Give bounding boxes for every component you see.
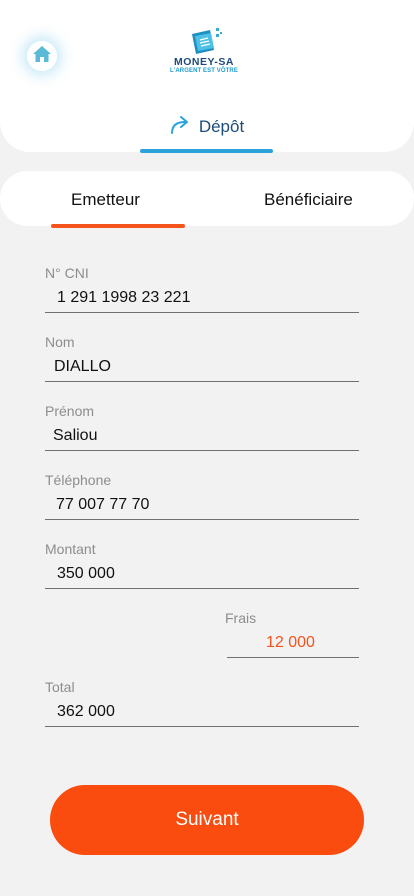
tab-depot-indicator (140, 149, 273, 153)
cni-input[interactable]: 1 291 1998 23 221 (57, 288, 190, 308)
tab-depot[interactable]: Dépôt (140, 114, 273, 154)
home-icon (32, 45, 52, 68)
frais-underline (227, 657, 359, 658)
prenom-label: Prénom (45, 403, 95, 419)
cni-field-label: N° CNI (45, 265, 89, 283)
app-logo: MONEY-SA L'ARGENT EST VÔTRE (162, 26, 246, 86)
logo-tagline: L'ARGENT EST VÔTRE (170, 68, 238, 74)
prenom-field-label: Prénom (45, 403, 94, 421)
total-label: Total (45, 679, 75, 695)
party-tabs: Emetteur Bénéficiaire (0, 171, 414, 226)
tab-beneficiaire[interactable]: Bénéficiaire (264, 190, 353, 210)
logo-name: MONEY-SA (173, 56, 234, 68)
total-underline (45, 726, 359, 727)
montant-label: Montant (45, 541, 96, 557)
montant-underline (45, 588, 359, 589)
frais-field-label: Frais (225, 610, 256, 628)
total-field-label: Total (45, 679, 75, 697)
cni-underline (45, 312, 359, 313)
prenom-underline (45, 450, 359, 451)
prenom-input[interactable]: Saliou (53, 426, 97, 446)
tab-emetteur-indicator (51, 224, 185, 228)
money-logo-icon (162, 26, 246, 56)
cni-label: N° CNI (45, 265, 89, 281)
montant-field-label: Montant (45, 541, 96, 559)
nom-field-label: Nom (45, 334, 75, 352)
tab-depot-label: Dépôt (198, 117, 245, 136)
redo-arrow-icon (169, 114, 191, 141)
next-button[interactable]: Suivant (50, 785, 364, 855)
nom-input[interactable]: DIALLO (54, 357, 111, 377)
telephone-input[interactable]: 77 007 77 70 (56, 495, 149, 515)
telephone-underline (45, 519, 359, 520)
montant-input[interactable]: 350 000 (57, 564, 115, 584)
nom-label: Nom (45, 334, 75, 350)
frais-value: 12 000 (266, 634, 315, 651)
frais-label: Frais (225, 610, 257, 626)
total-value: 362 000 (57, 703, 115, 720)
tab-emetteur[interactable]: Emetteur (71, 190, 140, 210)
telephone-label: Téléphone (45, 472, 112, 488)
header-card: MONEY-SA L'ARGENT EST VÔTRE Dépôt (0, 0, 414, 152)
home-button[interactable] (27, 41, 57, 71)
telephone-field-label: Téléphone (45, 472, 111, 490)
nom-underline (45, 381, 359, 382)
